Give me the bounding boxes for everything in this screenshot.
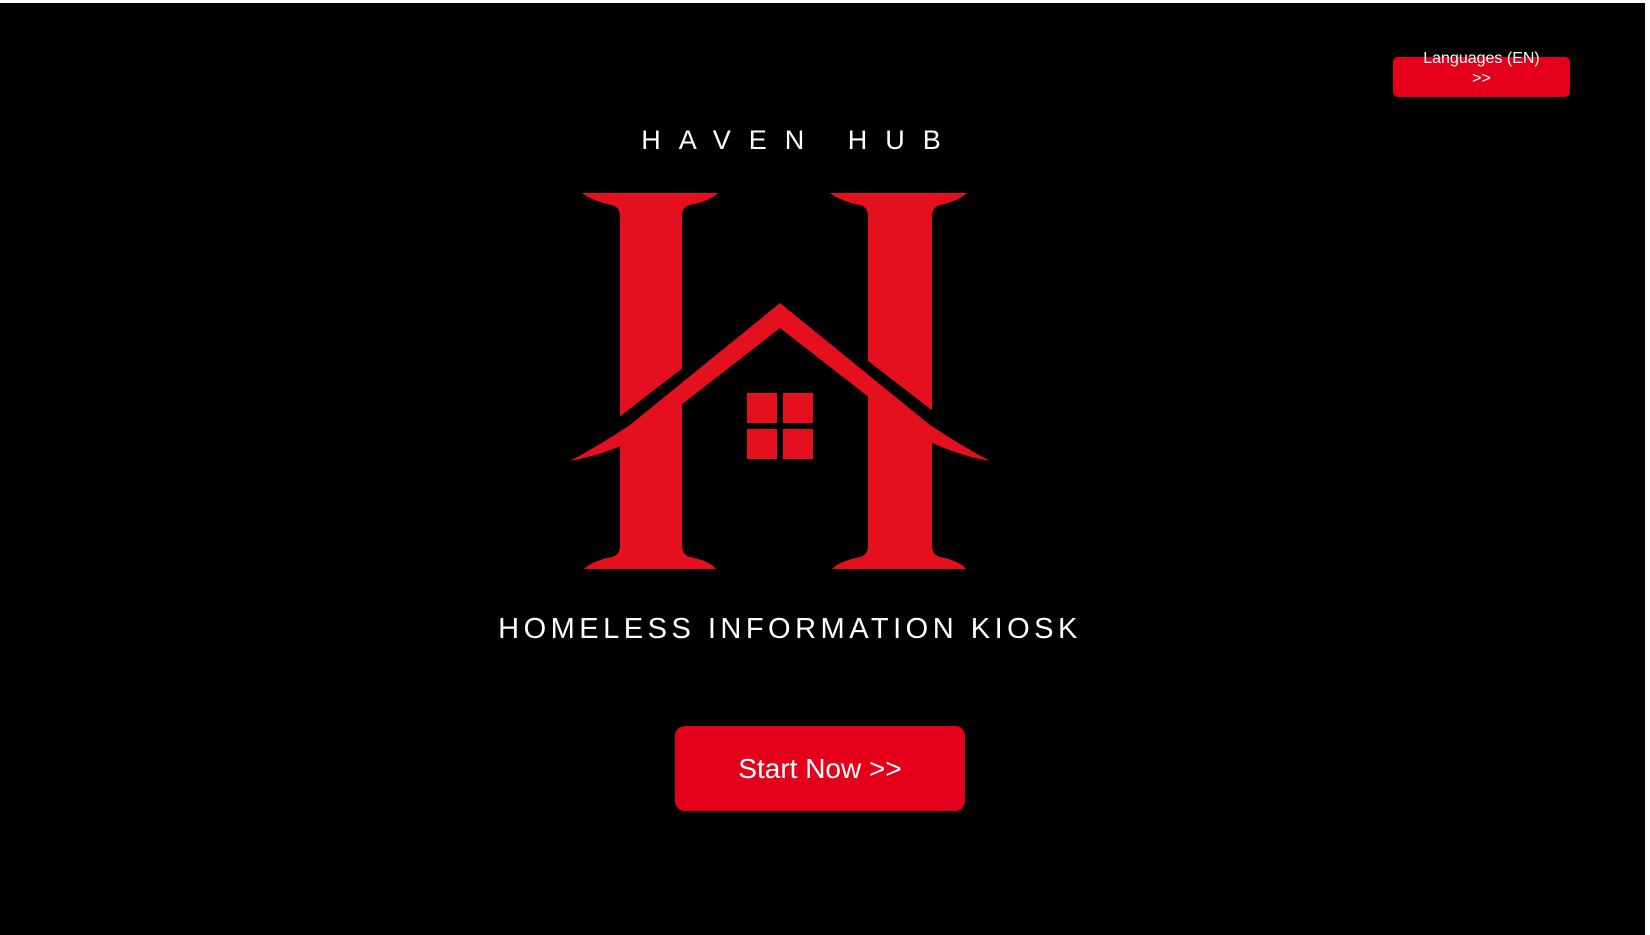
logo-window-pane-tl [747, 393, 777, 423]
window-edge [1645, 0, 1650, 935]
languages-button[interactable]: Languages (EN) >> [1393, 50, 1570, 97]
kiosk-subtitle: HOMELESS INFORMATION KIOSK [498, 613, 1082, 645]
house-h-logo-icon [570, 193, 990, 569]
kiosk-screen: Languages (EN) >> HAVEN HUB HOMELESS INF… [0, 3, 1645, 935]
brand-name: HAVEN HUB [641, 125, 959, 155]
start-now-button[interactable]: Start Now >> [675, 726, 965, 811]
logo-window-pane-tr [783, 393, 813, 423]
languages-button-label: Languages (EN) >> [1423, 50, 1540, 87]
logo-window-pane-br [783, 429, 813, 459]
logo-window-pane-bl [747, 429, 777, 459]
